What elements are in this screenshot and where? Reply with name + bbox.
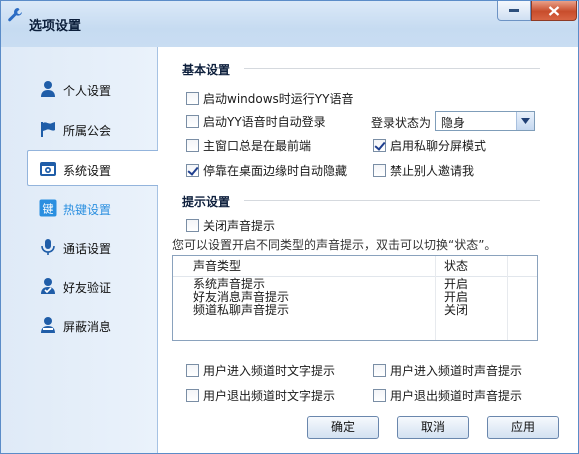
column-header-type[interactable]: 声音类型 (193, 260, 241, 273)
checkbox-box[interactable] (373, 364, 386, 377)
friend-verify-icon (39, 277, 57, 295)
checkbox-label: 禁止别人邀请我 (390, 164, 475, 178)
window-title: 选项设置 (29, 19, 82, 34)
checkbox-label: 用户退出频道时声音提示 (390, 389, 523, 403)
cancel-button[interactable]: 取消 (397, 416, 469, 439)
options-window: 选项设置 个人设置 所属公会 系统设置 键 热键设置 通话设置 好友验证 屏蔽消… (0, 0, 579, 454)
person-icon (39, 80, 57, 98)
chevron-down-icon (521, 118, 530, 124)
table-cell-status[interactable]: 关闭 (444, 304, 468, 317)
sidebar-item-label: 通话设置 (63, 242, 112, 256)
dropdown-button[interactable] (516, 112, 534, 130)
sidebar-item-personal[interactable]: 个人设置 (1, 71, 157, 107)
enter-text-checkbox[interactable]: 用户进入频道时文字提示 (186, 362, 335, 379)
sidebar-item-label: 系统设置 (63, 164, 112, 178)
checkbox-label: 用户退出频道时文字提示 (203, 389, 336, 403)
checkbox-label: 停靠在桌面边缘时自动隐藏 (203, 164, 348, 178)
enter-sound-checkbox[interactable]: 用户进入频道时声音提示 (373, 362, 522, 379)
title-bar[interactable]: 选项设置 (1, 1, 578, 47)
sidebar-item-label: 个人设置 (63, 84, 112, 98)
column-separator (507, 256, 508, 340)
checkbox-label: 关闭声音提示 (203, 219, 276, 233)
sidebar-item-system[interactable]: 系统设置 (27, 150, 158, 186)
sidebar-item-hotkey[interactable]: 键 热键设置 (1, 190, 157, 226)
checkbox-box[interactable] (186, 164, 199, 177)
checkbox-label: 启动windows时运行YY语音 (203, 92, 354, 106)
login-status-value: 隐身 (441, 116, 466, 130)
checkbox-box[interactable] (373, 139, 386, 152)
minimize-button[interactable] (497, 1, 531, 21)
checkbox-label: 用户进入频道时声音提示 (390, 364, 523, 378)
leave-text-checkbox[interactable]: 用户退出频道时文字提示 (186, 387, 335, 404)
checkbox-label: 启动YY语音时自动登录 (203, 115, 326, 129)
svg-text:键: 键 (43, 202, 54, 216)
close-sound-checkbox[interactable]: 关闭声音提示 (186, 217, 275, 234)
section-divider (244, 68, 540, 69)
auto-login-checkbox[interactable]: 启动YY语音时自动登录 (186, 113, 326, 130)
table-cell-type[interactable]: 频道私聊声音提示 (193, 304, 289, 317)
private-split-checkbox[interactable]: 启用私聊分屏模式 (373, 137, 486, 154)
sidebar-item-call[interactable]: 通话设置 (1, 229, 157, 265)
always-on-top-checkbox[interactable]: 主窗口总是在最前端 (186, 137, 311, 154)
checkbox-box[interactable] (186, 364, 199, 377)
sidebar-item-guild[interactable]: 所属公会 (1, 111, 157, 147)
sidebar-item-label: 好友验证 (63, 281, 112, 295)
checkbox-box[interactable] (373, 164, 386, 177)
sound-type-list[interactable]: 声音类型 状态 系统声音提示 开启 好友消息声音提示 开启 频道私聊声音提示 关… (172, 255, 538, 341)
close-icon (548, 5, 560, 16)
checkbox-label: 用户进入频道时文字提示 (203, 364, 336, 378)
column-header-status[interactable]: 状态 (444, 260, 468, 273)
microphone-icon (39, 238, 57, 256)
auto-hide-checkbox[interactable]: 停靠在桌面边缘时自动隐藏 (186, 162, 347, 179)
sidebar-item-label: 所属公会 (63, 124, 112, 138)
flag-icon (39, 120, 57, 138)
sidebar-item-label: 屏蔽消息 (63, 320, 112, 334)
hotkey-icon: 键 (39, 199, 57, 217)
login-status-select[interactable]: 隐身 (435, 111, 535, 131)
sound-hint-text: 您可以设置开启不同类型的声音提示，双击可以切换“状态”。 (172, 238, 497, 252)
ok-button[interactable]: 确定 (307, 416, 379, 439)
leave-sound-checkbox[interactable]: 用户退出频道时声音提示 (373, 387, 522, 404)
checkbox-box[interactable] (186, 115, 199, 128)
sidebar-item-friend-verify[interactable]: 好友验证 (1, 268, 157, 304)
settings-panel: 基本设置 启动windows时运行YY语音 启动YY语音时自动登录 登录状态为 … (158, 47, 578, 453)
no-invite-checkbox[interactable]: 禁止别人邀请我 (373, 162, 474, 179)
prompt-settings-title: 提示设置 (182, 195, 231, 209)
close-button[interactable] (531, 1, 577, 21)
sidebar-item-block-message[interactable]: 屏蔽消息 (1, 307, 157, 343)
sidebar-item-label: 热键设置 (63, 203, 112, 217)
apply-button[interactable]: 应用 (487, 416, 559, 439)
section-divider (244, 200, 540, 201)
sidebar: 个人设置 所属公会 系统设置 键 热键设置 通话设置 好友验证 屏蔽消息 (1, 47, 158, 453)
block-message-icon (39, 316, 57, 334)
system-icon (39, 160, 57, 178)
minimize-icon (509, 8, 519, 12)
basic-settings-title: 基本设置 (182, 63, 231, 77)
wrench-icon (7, 7, 23, 23)
checkbox-box[interactable] (186, 389, 199, 402)
checkbox-label: 启用私聊分屏模式 (390, 139, 487, 153)
startup-windows-checkbox[interactable]: 启动windows时运行YY语音 (186, 90, 353, 107)
checkbox-box[interactable] (186, 92, 199, 105)
checkbox-box[interactable] (186, 219, 199, 232)
column-separator (435, 256, 436, 340)
checkbox-label: 主窗口总是在最前端 (203, 139, 312, 153)
checkbox-box[interactable] (186, 139, 199, 152)
login-status-label: 登录状态为 (371, 116, 432, 130)
checkbox-box[interactable] (373, 389, 386, 402)
